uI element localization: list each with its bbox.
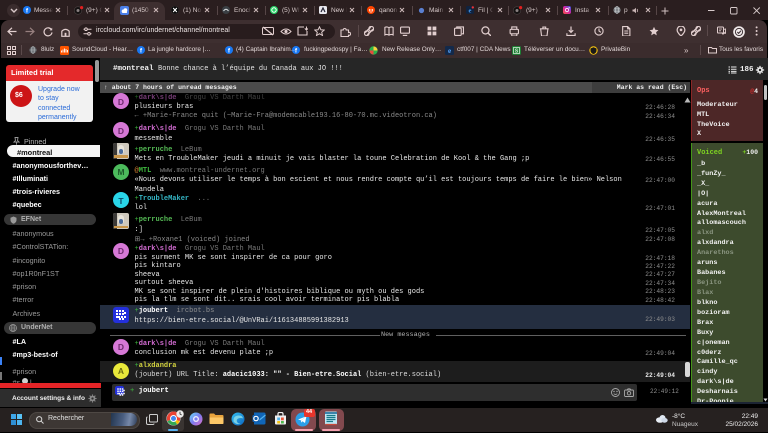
svg-text:e: e [448,47,451,55]
svg-text:e: e [469,8,472,15]
